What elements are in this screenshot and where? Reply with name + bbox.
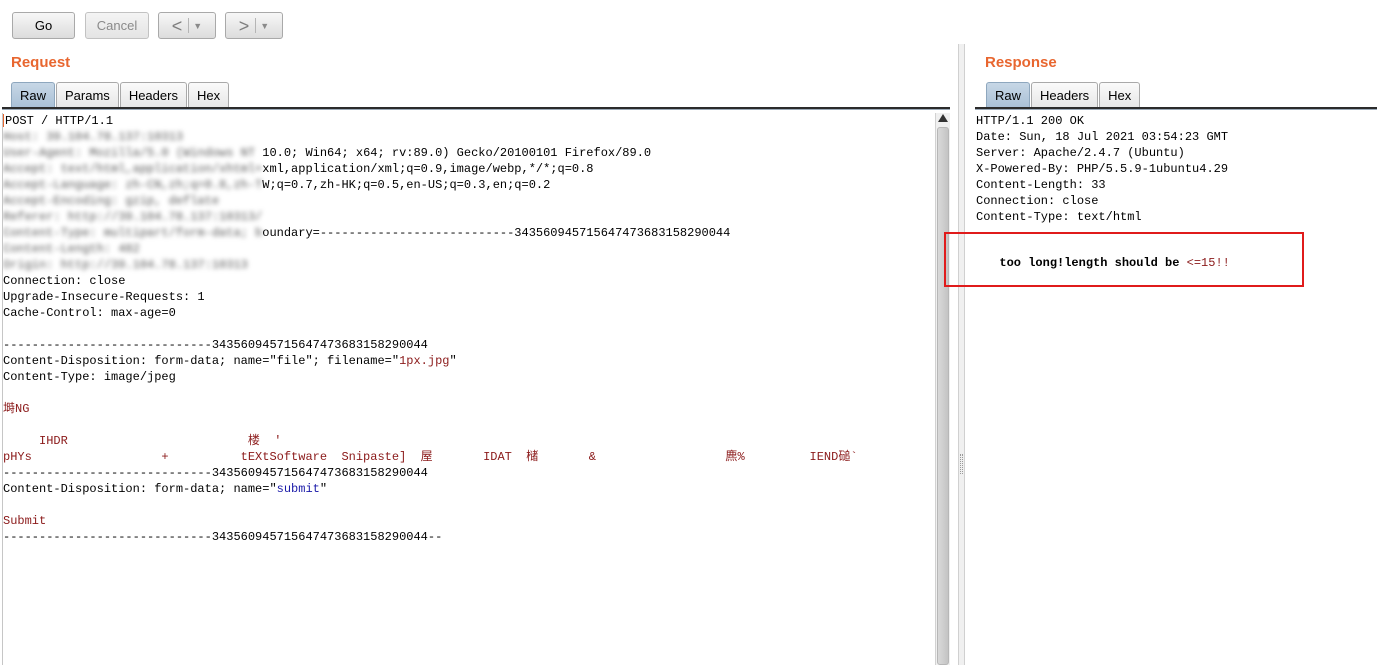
button-separator	[255, 18, 257, 33]
forward-arrow-icon: >	[238, 15, 250, 36]
request-line: Accept-Language: zh-CN,zh;q=0.8,zh-TW;q=…	[3, 177, 935, 193]
request-line: -----------------------------34356094571…	[3, 465, 935, 481]
response-header-line: Date: Sun, 18 Jul 2021 03:54:23 GMT	[976, 130, 1229, 144]
splitter-grip	[960, 454, 963, 474]
request-line	[3, 385, 935, 401]
request-line-segment: 塒NG	[3, 402, 30, 416]
go-button[interactable]: Go	[12, 12, 75, 39]
request-line-segment: pHYs + tEXtSoftware Snipaste] 屋 IDAT 槠 &…	[3, 450, 858, 464]
response-headers[interactable]: HTTP/1.1 200 OK Date: Sun, 18 Jul 2021 03…	[976, 113, 1377, 233]
request-line-segment: Upgrade-Insecure-Requests: 1	[3, 290, 205, 304]
request-line: Content-Disposition: form-data; name="fi…	[3, 353, 935, 369]
request-line: Accept-Encoding: gzip, deflate	[3, 193, 935, 209]
request-line: POST / HTTP/1.1	[3, 113, 935, 129]
response-tab-underline	[975, 107, 1377, 110]
response-title: Response	[985, 54, 1057, 71]
request-line	[3, 497, 935, 513]
request-line	[3, 417, 935, 433]
response-header-line: Connection: close	[976, 194, 1099, 208]
request-line: -----------------------------34356094571…	[3, 337, 935, 353]
request-line-segment: -----------------------------34356094571…	[3, 466, 428, 480]
request-editor[interactable]: POST / HTTP/1.1 Host: 39.104.78.137:10313…	[2, 113, 935, 665]
request-line: -----------------------------34356094571…	[3, 529, 935, 545]
request-line-segment: -----------------------------34356094571…	[3, 530, 443, 544]
request-line-segment: Cache-Control: max-age=0	[3, 306, 176, 320]
request-line: User-Agent: Mozilla/5.0 (Windows NT 10.0…	[3, 145, 935, 161]
request-line: Content-Disposition: form-data; name="su…	[3, 481, 935, 497]
back-arrow-icon: <	[171, 15, 183, 36]
request-line-segment: Content-Disposition: form-data; name="	[3, 482, 277, 496]
highlight-annotation-box	[944, 232, 1304, 287]
request-line-segment: Accept-Encoding: gzip, deflate	[3, 194, 220, 208]
request-line-segment: Accept-Language: zh-CN,zh;q=0.8,zh-T	[3, 178, 263, 192]
text-cursor	[3, 114, 4, 128]
request-tab-params[interactable]: Params	[56, 82, 119, 108]
request-tab-headers[interactable]: Headers	[119, 82, 187, 108]
request-line-segment: POST / HTTP/1.1	[5, 114, 114, 128]
toolbar: Go Cancel < ▼ > ▼	[0, 0, 1377, 46]
request-line-segment: oundary=---------------------------34356…	[262, 226, 731, 240]
request-line-segment: Origin: http://39.104.78.137:10313	[3, 258, 248, 272]
chevron-down-icon[interactable]: ▼	[260, 21, 269, 31]
response-header-line: HTTP/1.1 200 OK	[976, 114, 1085, 128]
request-line: Connection: close	[3, 273, 935, 289]
request-tabs: Raw Params Headers Hex	[11, 82, 230, 108]
response-header-line: Content-Length: 33	[976, 178, 1106, 192]
request-tab-underline	[2, 107, 950, 110]
response-tab-raw[interactable]: Raw	[986, 82, 1031, 108]
request-line: pHYs + tEXtSoftware Snipaste] 屋 IDAT 槠 &…	[3, 449, 935, 465]
request-line-segment: -----------------------------34356094571…	[3, 338, 428, 352]
back-button[interactable]: < ▼	[158, 12, 216, 39]
request-line-segment: submit	[276, 482, 320, 496]
request-line-segment: User-Agent: Mozilla/5.0 (Windows NT	[3, 146, 263, 160]
scroll-up-icon[interactable]	[938, 114, 948, 122]
response-header-line: Server: Apache/2.4.7 (Ubuntu)	[976, 146, 1185, 160]
request-line-segment: Host: 39.104.78.137:10313	[3, 130, 184, 144]
request-line	[3, 321, 935, 337]
request-line-segment: Content-Type: multipart/form-data; b	[3, 226, 263, 240]
request-line-segment: xml,application/xml;q=0.9,image/webp,*/*…	[262, 162, 594, 176]
scrollbar-thumb[interactable]	[937, 127, 949, 665]
cancel-button[interactable]: Cancel	[85, 12, 149, 39]
request-line: Origin: http://39.104.78.137:10313	[3, 257, 935, 273]
request-line-segment: "	[449, 354, 457, 368]
request-line: Referer: http://39.104.78.137:10313/	[3, 209, 935, 225]
request-line-segment: "	[319, 482, 328, 496]
request-line-segment: Referer: http://39.104.78.137:10313/	[3, 210, 263, 224]
request-scrollbar[interactable]	[935, 113, 950, 665]
request-line-segment: Content-Length: 482	[3, 242, 140, 256]
request-line-segment: Submit	[3, 514, 47, 528]
request-line: Content-Type: image/jpeg	[3, 369, 935, 385]
request-line-segment: Accept: text/html,application/xhtml+	[3, 162, 263, 176]
request-line: Submit	[3, 513, 935, 529]
request-line: Content-Length: 482	[3, 241, 935, 257]
request-line: Host: 39.104.78.137:10313	[3, 129, 935, 145]
request-line: Upgrade-Insecure-Requests: 1	[3, 289, 935, 305]
response-header-line: Content-Type: text/html	[976, 210, 1142, 224]
forward-button[interactable]: > ▼	[225, 12, 283, 39]
request-line-segment: Content-Disposition: form-data; name="fi…	[3, 354, 400, 368]
response-tab-headers[interactable]: Headers	[1031, 82, 1099, 108]
request-line-segment: IHDR 楼 '	[3, 434, 282, 448]
request-tab-hex[interactable]: Hex	[187, 82, 230, 108]
button-separator	[188, 18, 190, 33]
request-line-segment: Content-Type: image/jpeg	[3, 370, 176, 384]
request-line: Content-Type: multipart/form-data; bound…	[3, 225, 935, 241]
request-title: Request	[11, 54, 71, 71]
request-tab-raw[interactable]: Raw	[11, 82, 56, 108]
request-line: Cache-Control: max-age=0	[3, 305, 935, 321]
chevron-down-icon[interactable]: ▼	[193, 21, 202, 31]
request-line: IHDR 楼 '	[3, 433, 935, 449]
response-tabs: Raw Headers Hex	[986, 82, 1141, 108]
request-line-segment: 1px.jpg	[399, 354, 450, 368]
request-line-segment: W;q=0.7,zh-HK;q=0.5,en-US;q=0.3,en;q=0.2	[262, 178, 551, 192]
response-header-line: X-Powered-By: PHP/5.5.9-1ubuntu4.29	[976, 162, 1229, 176]
response-tab-hex[interactable]: Hex	[1099, 82, 1141, 108]
request-line-segment: 10.0; Win64; x64; rv:89.0) Gecko/2010010…	[262, 146, 652, 160]
request-line: 塒NG	[3, 401, 935, 417]
request-line-segment: Connection: close	[3, 274, 126, 288]
request-line: Accept: text/html,application/xhtml+xml,…	[3, 161, 935, 177]
panel-splitter[interactable]	[958, 44, 965, 665]
